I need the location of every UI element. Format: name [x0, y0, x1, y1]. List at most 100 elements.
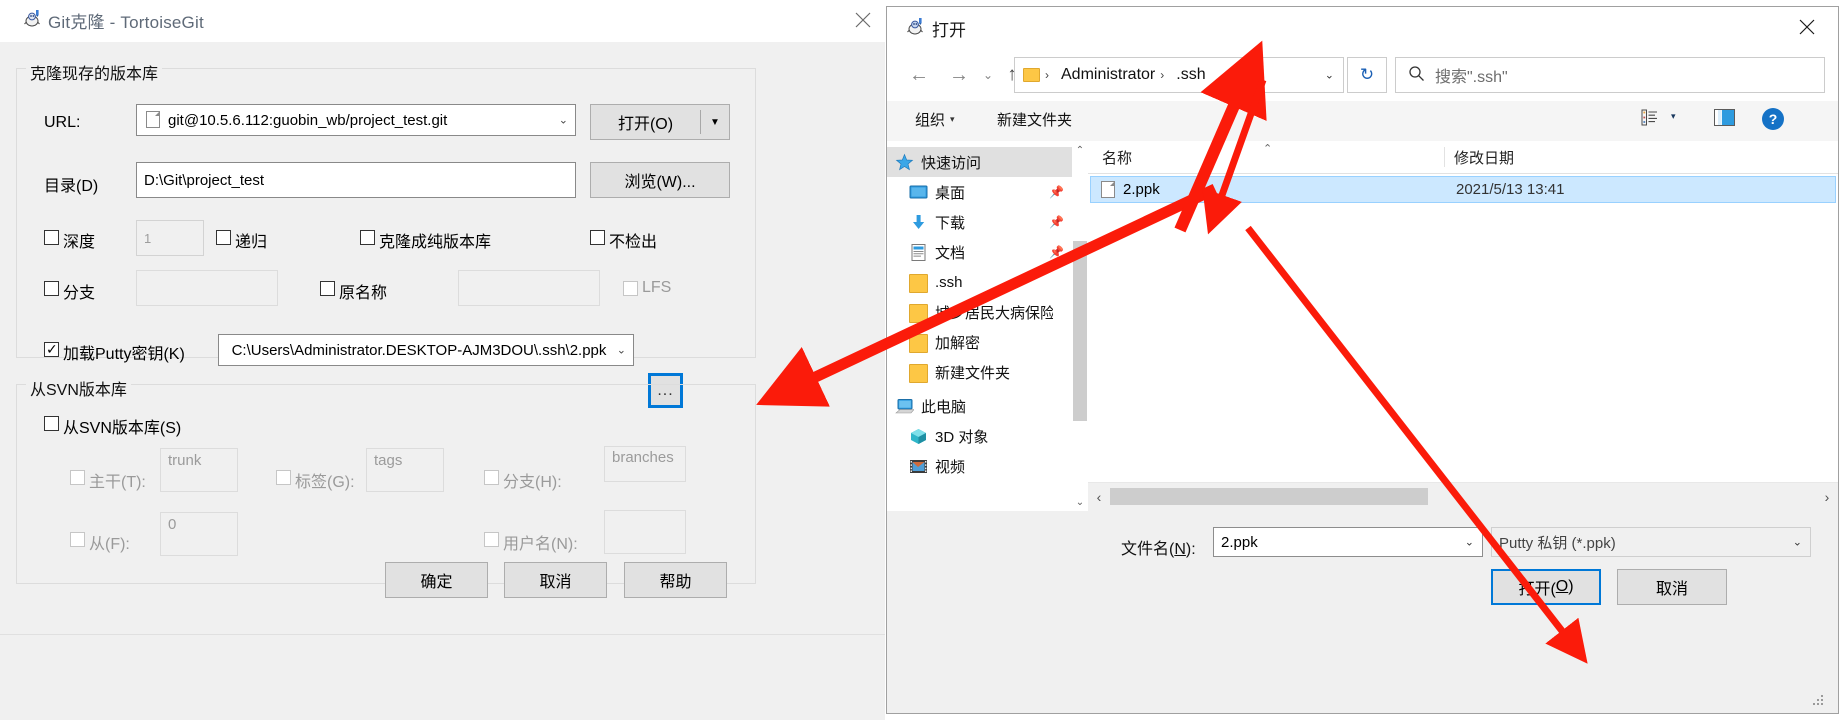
sidebar-item-desktop[interactable]: 桌面 📌 — [887, 177, 1072, 207]
svn-branch-checkbox[interactable] — [484, 470, 499, 485]
filename-input[interactable]: 2.ppk ⌄ — [1213, 527, 1483, 557]
url-combobox[interactable]: git@10.5.6.112:guobin_wb/project_test.gi… — [136, 104, 576, 136]
scrollbar-thumb[interactable] — [1073, 241, 1087, 421]
svn-username-checkbox[interactable] — [484, 532, 499, 547]
sidebar-item-label: .ssh — [935, 273, 963, 291]
cancel-button[interactable]: 取消 — [504, 562, 607, 598]
new-folder-button[interactable]: 新建文件夹 — [997, 109, 1072, 130]
resize-grip[interactable] — [1812, 693, 1824, 705]
open-dialog-titlebar: 打开 — [887, 7, 1838, 49]
file-open-dialog: 打开 ← → ⌄ ↑ › Administrator › .ssh ⌄ ↻ 搜索… — [886, 6, 1839, 714]
origin-name-input[interactable] — [458, 270, 600, 306]
depth-input[interactable]: 1 — [136, 220, 204, 256]
sidebar-item-videos[interactable]: 视频 — [887, 451, 1072, 481]
sidebar-item-jiajiemi[interactable]: 加解密 — [887, 327, 1072, 357]
no-checkout-label: 不检出 — [609, 234, 658, 251]
organize-menu[interactable]: 组织 ▾ — [915, 109, 955, 130]
open-dialog-close-button[interactable] — [1777, 7, 1837, 47]
file-list-hscrollbar[interactable]: ‹ › — [1088, 482, 1838, 511]
putty-key-combobox[interactable]: C:\Users\Administrator.DESKTOP-AJM3DOU\.… — [218, 334, 634, 366]
scroll-down-icon[interactable]: ⌄ — [1073, 493, 1087, 511]
breadcrumb-item-ssh[interactable]: .ssh — [1176, 66, 1205, 84]
origin-name-checkbox[interactable] — [320, 281, 335, 296]
change-view-button[interactable] — [1641, 109, 1658, 130]
sidebar-item-chengxiang[interactable]: 城乡居民大病保险 — [887, 297, 1072, 327]
svn-from-checkbox[interactable] — [70, 532, 85, 547]
svn-tags-checkbox[interactable] — [276, 470, 291, 485]
tortoisegit-clone-dialog: Git克隆 - TortoiseGit 克隆现存的版本库 URL: git@10… — [0, 0, 885, 720]
scroll-left-icon[interactable]: ‹ — [1088, 483, 1110, 511]
help-button[interactable]: 帮助 — [624, 562, 727, 598]
no-checkout-checkbox[interactable] — [590, 230, 605, 245]
breadcrumb-separator: › — [1160, 68, 1165, 82]
sidebar-item-downloads[interactable]: 下载 📌 — [887, 207, 1072, 237]
svn-trunk-checkbox[interactable] — [70, 470, 85, 485]
file-icon — [146, 111, 160, 128]
sidebar-item-this-pc[interactable]: 此电脑 — [887, 391, 1072, 421]
change-view-caret[interactable]: ▾ — [1671, 111, 1676, 122]
sidebar-item-documents[interactable]: 文档 📌 — [887, 237, 1072, 267]
refresh-button[interactable]: ↻ — [1347, 57, 1387, 93]
browse-button[interactable]: 浏览(W)... — [590, 162, 730, 198]
help-button[interactable]: ? — [1761, 107, 1785, 135]
svn-from-input[interactable]: 0 — [160, 512, 238, 556]
svn-username-input[interactable] — [604, 510, 686, 554]
file-list-header: 名称 ⌃ 修改日期 — [1088, 141, 1838, 174]
scroll-right-icon[interactable]: › — [1816, 483, 1838, 511]
column-header-name[interactable]: 名称 — [1102, 141, 1132, 173]
svn-trunk-input[interactable]: trunk — [160, 448, 238, 492]
open-button[interactable]: 打开(O) — [1491, 569, 1601, 605]
ok-button[interactable]: 确定 — [385, 562, 488, 598]
sidebar-item-ssh[interactable]: .ssh — [887, 267, 1072, 297]
svn-tags-value: tags — [374, 452, 403, 469]
scroll-up-icon[interactable]: ⌃ — [1073, 141, 1087, 159]
tortoisegit-close-button[interactable] — [840, 0, 886, 40]
branch-checkbox[interactable] — [44, 281, 59, 296]
back-button[interactable]: ← — [901, 57, 937, 93]
caret-down-icon[interactable]: ▼ — [701, 117, 729, 128]
sidebar-item-quick-access[interactable]: 快速访问 — [887, 147, 1072, 177]
chevron-down-icon[interactable]: ⌄ — [1465, 536, 1474, 549]
recent-locations-button[interactable]: ⌄ — [977, 57, 999, 93]
depth-checkbox[interactable] — [44, 230, 59, 245]
branch-input[interactable] — [136, 270, 278, 306]
preview-pane-button[interactable] — [1714, 109, 1735, 130]
pin-icon[interactable]: 📌 — [1049, 185, 1064, 199]
chevron-down-icon[interactable]: ⌄ — [1793, 536, 1802, 549]
from-svn-label: 从SVN版本库(S) — [63, 420, 182, 437]
search-box[interactable]: 搜索".ssh" — [1395, 57, 1825, 93]
pin-icon[interactable]: 📌 — [1049, 245, 1064, 259]
chevron-down-icon[interactable]: ⌄ — [1325, 69, 1334, 82]
cancel-button[interactable]: 取消 — [1617, 569, 1727, 605]
from-svn-checkbox[interactable] — [44, 416, 59, 431]
svn-branch-value: branches — [612, 449, 674, 466]
recursive-label: 递归 — [235, 234, 268, 251]
lfs-checkbox[interactable] — [623, 281, 638, 296]
file-list: 名称 ⌃ 修改日期 2.ppk 2021/5/13 13:41 ‹ › — [1088, 141, 1838, 511]
filename-value: 2.ppk — [1221, 533, 1258, 551]
navigation-scrollbar[interactable]: ⌃ ⌄ — [1073, 141, 1087, 511]
check-icon: ✓ — [46, 341, 58, 357]
column-header-modified[interactable]: 修改日期 — [1454, 141, 1514, 173]
chevron-down-icon[interactable]: ⌄ — [617, 344, 626, 357]
svn-branch-input[interactable]: branches — [604, 446, 686, 482]
recursive-checkbox[interactable] — [216, 230, 231, 245]
url-value: git@10.5.6.112:guobin_wb/project_test.gi… — [168, 111, 448, 129]
scrollbar-thumb[interactable] — [1110, 488, 1428, 505]
pin-icon[interactable]: 📌 — [1049, 215, 1064, 229]
bare-clone-checkbox[interactable] — [360, 230, 375, 245]
chevron-down-icon[interactable]: ⌄ — [559, 114, 568, 127]
file-type-filter-combobox[interactable]: Putty 私钥 (*.ppk) ⌄ — [1491, 527, 1811, 557]
table-row[interactable]: 2.ppk 2021/5/13 13:41 — [1090, 176, 1836, 203]
sidebar-item-3d-objects[interactable]: 3D 对象 — [887, 421, 1072, 451]
sidebar-item-new-folder[interactable]: 新建文件夹 — [887, 357, 1072, 387]
back-arrow-icon: ← — [909, 63, 929, 86]
forward-button[interactable]: → — [941, 57, 977, 93]
breadcrumb-item-administrator[interactable]: Administrator — [1061, 66, 1155, 84]
directory-input[interactable]: D:\Git\project_test — [136, 162, 576, 198]
svn-tags-input[interactable]: tags — [366, 448, 444, 492]
open-button-split[interactable]: 打开(O) ▼ — [590, 104, 730, 140]
load-putty-key-checkbox[interactable]: ✓ — [44, 342, 59, 357]
breadcrumb[interactable]: › Administrator › .ssh ⌄ — [1014, 57, 1344, 93]
putty-key-value: C:\Users\Administrator.DESKTOP-AJM3DOU\.… — [231, 341, 607, 359]
